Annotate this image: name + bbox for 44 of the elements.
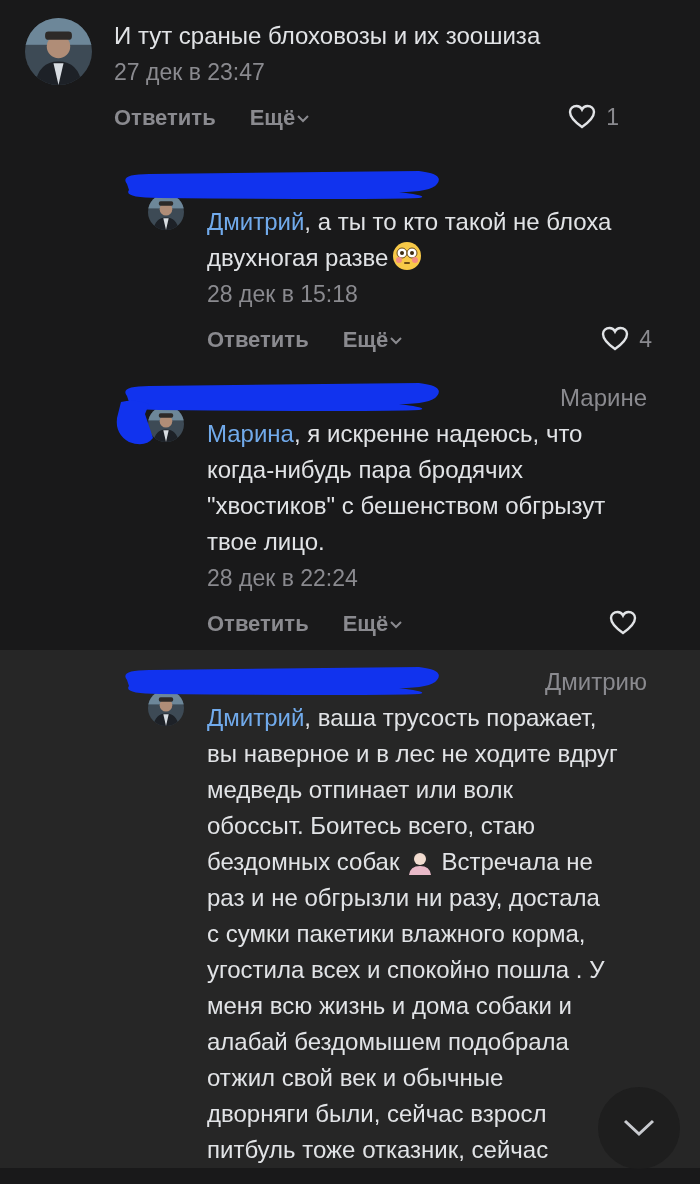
chevron-down-icon xyxy=(390,621,403,629)
comment-text-line: когда-нибудь пара бродячих xyxy=(207,455,523,485)
comment-date: 28 дек в 22:24 xyxy=(207,564,358,593)
comment-date: 28 дек в 15:18 xyxy=(207,280,358,309)
more-menu-button[interactable]: Ещё xyxy=(342,322,403,356)
more-menu-button[interactable]: Ещё xyxy=(249,100,310,134)
comment-text-line: Марина, я искренне надеюсь, что xyxy=(207,419,583,449)
comment-text-line: твое лицо. xyxy=(207,527,325,557)
comment-text-line: обоссыт. Боитесь всего, стаю xyxy=(207,811,535,841)
like-count: 1 xyxy=(606,102,619,132)
heart-icon[interactable] xyxy=(601,326,630,352)
comment-text-line: угостила всех и спокойно пошла . У xyxy=(207,955,605,985)
heart-icon[interactable] xyxy=(568,104,597,130)
chevron-down-icon xyxy=(297,115,310,123)
chevron-down-icon xyxy=(623,1119,655,1137)
more-menu-button[interactable]: Ещё xyxy=(342,606,403,640)
comment-text-line: раз и не обгрызли ни разу, достала xyxy=(207,883,600,913)
reply-link[interactable]: Ответить xyxy=(207,322,309,356)
comment-text-line: меня всю жизнь и дома собаки и xyxy=(207,991,572,1021)
reply-link[interactable]: Ответить xyxy=(207,606,309,640)
mention-link[interactable]: Дмитрий xyxy=(207,704,305,731)
comment-text-line: двухногая разве xyxy=(207,240,423,276)
comment-date: 27 дек в 23:47 xyxy=(114,58,265,87)
flushed-face-icon xyxy=(392,241,423,271)
comment-text-line: "хвостиков" с бешенством обгрызут xyxy=(207,491,606,521)
comment-text-line: бездомных собак Встречала не xyxy=(207,846,593,877)
comment-text-line: питбуль тоже отказник, сейчас xyxy=(207,1135,549,1165)
comment-text-line: алабай бездомышем подобрала xyxy=(207,1027,569,1057)
comment-text-line: И тут сраные блоховозы и их зоошиза xyxy=(114,21,541,51)
like-count: 4 xyxy=(639,324,652,354)
mention-link[interactable]: Марина xyxy=(207,420,294,447)
comment-text-line: дворняги были, сейчас взросл xyxy=(207,1099,547,1129)
comment-text-line: Дмитрий, а ты то кто такой не блоха xyxy=(207,207,612,237)
reply-to-name[interactable]: Марине xyxy=(560,380,647,416)
comment-text-line: вы наверное и в лес не ходите вдруг xyxy=(207,739,618,769)
comment-text-line: медведь отпинает или волк xyxy=(207,775,514,805)
mention-link[interactable]: Дмитрий xyxy=(207,208,305,235)
chevron-down-icon xyxy=(390,337,403,345)
heart-icon[interactable] xyxy=(609,610,637,636)
reply-link[interactable]: Ответить xyxy=(114,100,216,134)
comment-text-line: отжил свой век и обычные xyxy=(207,1063,504,1093)
reply-to-name[interactable]: Дмитрию xyxy=(545,664,647,700)
comment-text-line: Дмитрий, ваша трусость поражает, xyxy=(207,703,597,733)
comment-text-line: с сумки пакетики влажного корма, xyxy=(207,919,586,949)
